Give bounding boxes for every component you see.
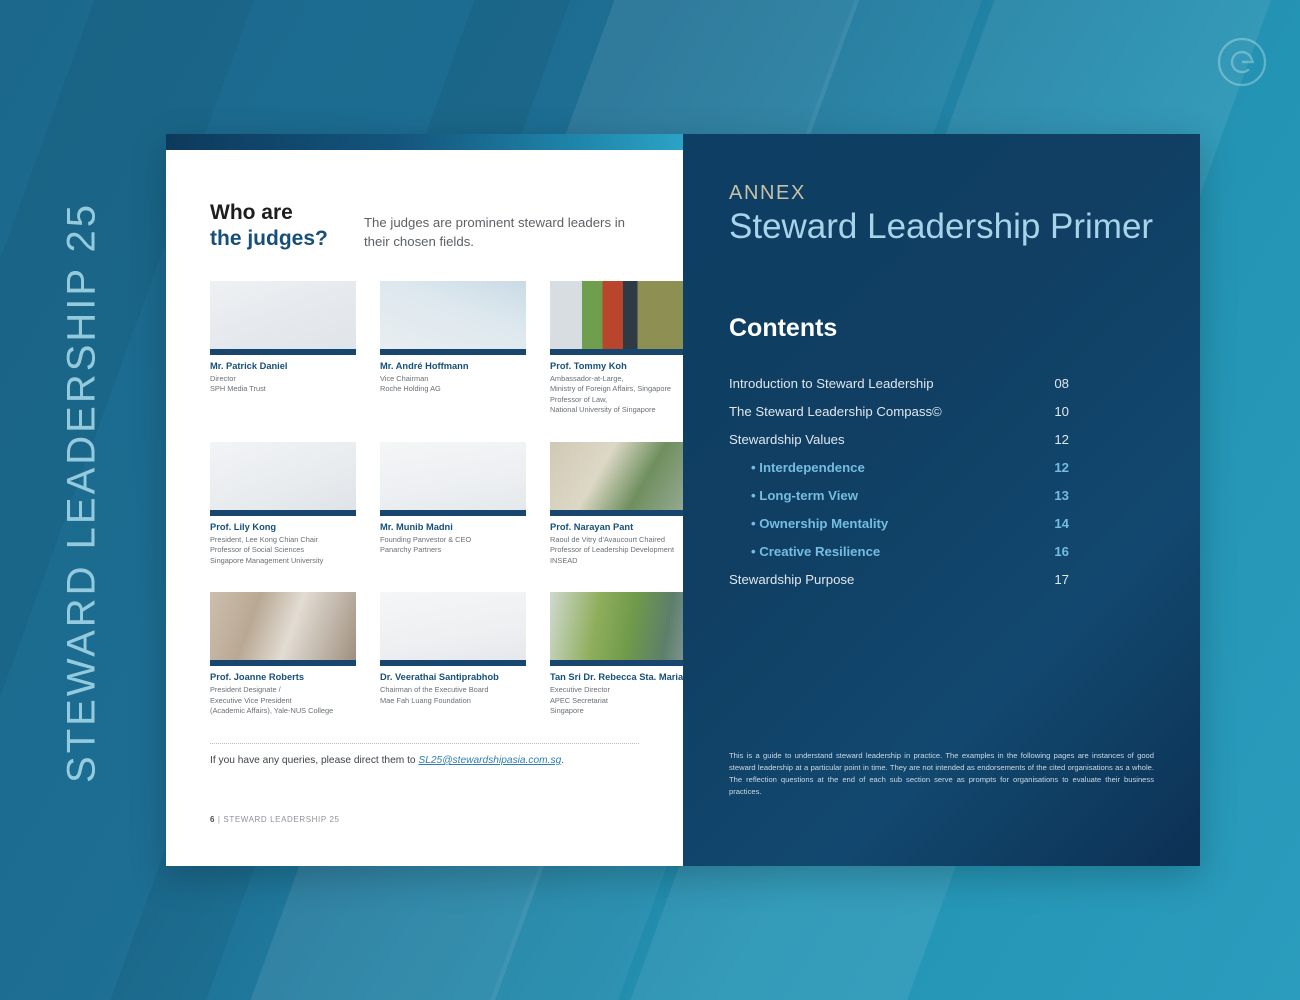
judge-name: Tan Sri Dr. Rebecca Sta. Maria	[550, 672, 684, 683]
toc-label: Stewardship Purpose	[729, 571, 855, 587]
page-root: STEWARD LEADERSHIP 25 Who are the judges…	[0, 0, 1300, 1000]
toc-label: Interdependence	[751, 460, 865, 475]
photo-joanne-roberts	[210, 592, 356, 667]
judge-name: Mr. Munib Madni	[380, 521, 453, 532]
judge-name: Prof. Joanne Roberts	[210, 672, 305, 683]
right-page: ANNEX Steward Leadership Primer Contents…	[683, 134, 1200, 866]
page-footer: 6 | STEWARD LEADERSHIP 25	[210, 815, 340, 824]
judge-name: Mr. Patrick Daniel	[210, 360, 288, 371]
heading-line-1: Who are	[210, 201, 293, 224]
judge-card: Prof. Narayan Pant Raoul de Vitry d'Avau…	[550, 441, 696, 567]
judge-card: Mr. André Hoffmann Vice Chairman Roche H…	[380, 280, 526, 416]
judges-grid: Mr. Patrick Daniel Director SPH Media Tr…	[210, 280, 696, 717]
toc-page: 16	[1054, 543, 1069, 559]
photo-andre-hoffmann	[380, 280, 526, 355]
judge-name: Dr. Veerathai Santiprabhob	[380, 672, 499, 683]
toc-page: 17	[1054, 571, 1069, 587]
page-header: Who are the judges? The judges are promi…	[210, 200, 639, 253]
toc-label: The Steward Leadership Compass©	[729, 403, 942, 419]
judge-name: Prof. Narayan Pant	[550, 521, 634, 532]
judge-name: Mr. André Hoffmann	[380, 360, 469, 371]
toc-label: Creative Resilience	[751, 544, 880, 559]
toc-label: Stewardship Values	[729, 431, 845, 447]
judge-card: Prof. Joanne Roberts President Designate…	[210, 592, 356, 717]
toc-page: 08	[1054, 375, 1069, 391]
footer-separator: |	[217, 815, 221, 824]
dotted-divider	[210, 742, 639, 744]
judge-name: Prof. Lily Kong	[210, 521, 277, 532]
toc-label: Introduction to Steward Leadership	[729, 375, 934, 391]
judge-role: Chairman of the Executive Board Mae Fah …	[380, 685, 489, 705]
document-spread: Who are the judges? The judges are promi…	[166, 134, 1200, 866]
toc-entry-sub[interactable]: Ownership Mentality 14	[729, 509, 1069, 537]
photo-veerathai-santiprabhob	[380, 592, 526, 667]
photo-munib-madni	[380, 441, 526, 516]
toc-entry[interactable]: The Steward Leadership Compass© 10	[729, 397, 1069, 425]
annex-footnote: This is a guide to understand steward le…	[729, 751, 1154, 797]
toc-page: 10	[1054, 403, 1069, 419]
toc-page: 12	[1054, 459, 1069, 475]
judge-name: Prof. Tommy Koh	[550, 360, 627, 371]
judge-role: President Designate / Executive Vice Pre…	[210, 685, 334, 716]
toc-page: 13	[1054, 487, 1069, 503]
judge-card: Prof. Tommy Koh Ambassador-at-Large, Min…	[550, 280, 696, 416]
judge-card: Tan Sri Dr. Rebecca Sta. Maria Executive…	[550, 592, 696, 717]
toc-entry-sub[interactable]: Long-term View 13	[729, 481, 1069, 509]
toc-entry[interactable]: Introduction to Steward Leadership 08	[729, 369, 1069, 397]
query-prefix: If you have any queries, please direct t…	[210, 754, 419, 766]
page-title: Who are the judges?	[210, 200, 338, 253]
toc-page: 14	[1054, 515, 1069, 531]
judge-card: Prof. Lily Kong President, Lee Kong Chia…	[210, 441, 356, 567]
query-suffix: .	[561, 754, 565, 766]
photo-patrick-daniel	[210, 280, 356, 355]
photo-tommy-koh	[550, 280, 696, 355]
toc-page: 12	[1054, 431, 1069, 447]
toc-entry-sub[interactable]: Interdependence 12	[729, 453, 1069, 481]
table-of-contents: Introduction to Steward Leadership 08 Th…	[729, 369, 1069, 593]
page-top-gradient-bar	[166, 134, 683, 150]
toc-entry[interactable]: Stewardship Purpose 17	[729, 565, 1069, 593]
judge-card: Mr. Munib Madni Founding Panvestor & CEO…	[380, 441, 526, 567]
intro-paragraph: The judges are prominent steward leaders…	[364, 215, 625, 250]
judge-role: President, Lee Kong Chian Chair Professo…	[210, 534, 324, 565]
judge-role: Founding Panvestor & CEO Panarchy Partne…	[380, 534, 472, 555]
judge-card: Dr. Veerathai Santiprabhob Chairman of t…	[380, 592, 526, 717]
toc-entry[interactable]: Stewardship Values 12	[729, 425, 1069, 453]
annex-title: Steward Leadership Primer	[729, 207, 1154, 246]
left-page: Who are the judges? The judges are promi…	[166, 134, 696, 866]
contents-heading: Contents	[729, 314, 838, 343]
footer-publication-title: STEWARD LEADERSHIP 25	[223, 815, 340, 824]
judge-role: Vice Chairman Roche Holding AG	[380, 373, 441, 394]
stewardship-asia-logo-icon	[1216, 36, 1268, 88]
photo-narayan-pant	[550, 441, 696, 516]
footer-page-number: 6	[210, 815, 216, 824]
photo-lily-kong	[210, 441, 356, 516]
annex-eyebrow: ANNEX	[729, 182, 806, 204]
judge-role: Raoul de Vitry d'Avaucourt Chaired Profe…	[550, 534, 675, 565]
vertical-publication-title: STEWARD LEADERSHIP 25	[59, 202, 104, 783]
toc-label: Long-term View	[751, 488, 858, 503]
judge-role: Ambassador-at-Large, Ministry of Foreign…	[550, 373, 672, 415]
judge-card: Mr. Patrick Daniel Director SPH Media Tr…	[210, 280, 356, 416]
photo-rebecca-sta-maria	[550, 592, 696, 667]
toc-label: Ownership Mentality	[751, 516, 888, 531]
heading-line-2: the judges?	[210, 227, 328, 251]
judge-role: Director SPH Media Trust	[210, 373, 266, 394]
contact-email-link[interactable]: SL25@stewardshipasia.com.sg	[418, 755, 561, 766]
query-line: If you have any queries, please direct t…	[210, 755, 639, 766]
toc-entry-sub[interactable]: Creative Resilience 16	[729, 537, 1069, 565]
judge-role: Executive Director APEC Secretariat Sing…	[550, 685, 610, 716]
